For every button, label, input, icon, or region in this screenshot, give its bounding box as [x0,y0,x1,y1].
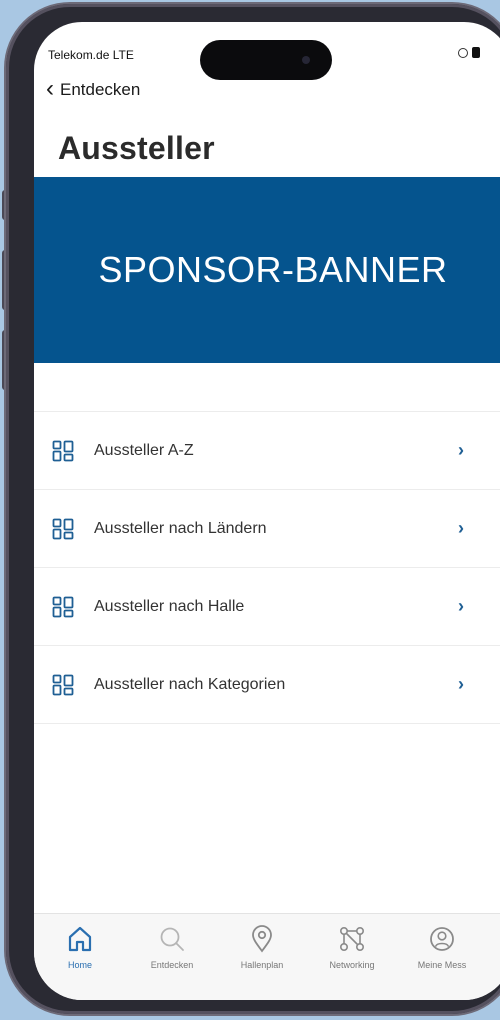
tab-label: Home [67,960,92,970]
tab-entdecken[interactable]: Entdecken [124,924,220,970]
map-pin-icon [252,925,272,953]
grid-icon [52,674,74,695]
menu-item-label: Aussteller nach Halle [94,597,245,615]
sponsor-banner[interactable]: SPONSOR-BANNER [34,177,500,363]
grid-icon [52,518,74,539]
tab-home[interactable]: Home [34,924,128,970]
camera-icon [302,56,310,64]
menu-item-label: Aussteller nach Kategorien [94,675,286,693]
tab-label: Networking [329,960,375,970]
network-icon [339,926,364,951]
page-title: Aussteller [58,130,215,166]
tab-hallenplan[interactable]: Hallenplan [214,924,310,970]
status-indicators [458,47,480,58]
menu-item-a-z[interactable]: Aussteller A-Z › [34,412,500,490]
grid-icon [52,440,74,461]
tab-label: Meine Mess [417,960,467,970]
chevron-right-icon: › [458,440,464,460]
screenshot: Telekom.de LTE ‹ Entdecken Aussteller SP… [0,0,500,1020]
tab-meine-messe[interactable]: Meine Mess [394,924,490,970]
sponsor-banner-text: SPONSOR-BANNER [98,249,448,290]
menu-item-label: Aussteller nach Ländern [94,519,267,537]
battery-icon [472,47,480,58]
menu-item-categories[interactable]: Aussteller nach Kategorien › [34,646,500,724]
search-icon [160,927,184,951]
menu-item-countries[interactable]: Aussteller nach Ländern › [34,490,500,568]
chevron-right-icon: › [458,596,464,616]
tab-bar: Home Entdecken Hallenplan Networking Mei… [34,913,500,1000]
dynamic-island [200,40,332,80]
grid-icon [52,596,74,617]
back-button-label: Entdecken [60,80,141,99]
chevron-left-icon: ‹ [46,75,54,102]
menu-item-label: Aussteller A-Z [94,441,194,459]
app-screen: Telekom.de LTE ‹ Entdecken Aussteller SP… [34,22,500,1000]
chevron-right-icon: › [458,674,464,694]
tab-label: Entdecken [150,960,194,970]
tab-networking[interactable]: Networking [304,924,400,970]
carrier-label: Telekom.de LTE [48,48,134,62]
home-icon [68,926,92,952]
location-icon [458,47,468,58]
menu-item-hall[interactable]: Aussteller nach Halle › [34,568,500,646]
back-button[interactable]: ‹ Entdecken [46,75,141,102]
phone-frame: Telekom.de LTE ‹ Entdecken Aussteller SP… [6,4,500,1014]
chevron-right-icon: › [458,518,464,538]
exhibitor-menu: Aussteller A-Z › Aussteller nach Ländern… [34,411,500,724]
tab-label: Hallenplan [240,960,284,970]
profile-icon [430,927,454,951]
